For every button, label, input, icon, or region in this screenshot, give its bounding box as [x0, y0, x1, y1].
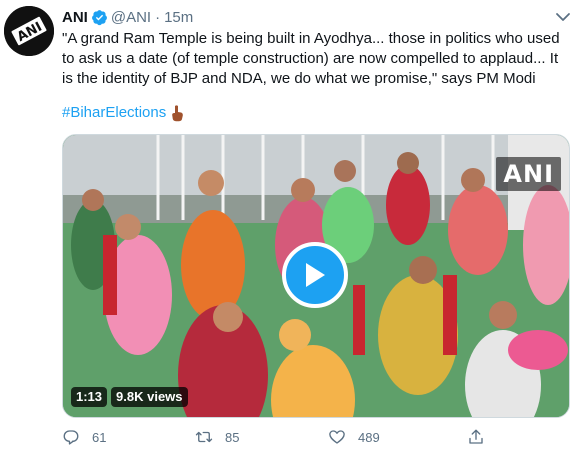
video-player[interactable]: ANI 1:13 9.8K views [62, 134, 570, 418]
tweet-text: "A grand Ram Temple is being built in Ay… [62, 30, 560, 87]
handle[interactable]: @ANI [111, 9, 151, 26]
play-icon [306, 263, 325, 287]
reply-icon [63, 430, 79, 445]
retweet-count: 85 [225, 429, 240, 445]
play-button[interactable] [282, 242, 348, 308]
hashtag-row: #BiharElections [62, 103, 184, 123]
action-bar: 61 85 489 [62, 428, 502, 448]
like-count: 489 [358, 429, 380, 445]
separator: · [155, 8, 161, 26]
video-overlay: 1:13 9.8K views [71, 387, 188, 407]
like-icon [329, 430, 345, 444]
video-watermark: ANI [496, 157, 561, 191]
verified-badge-icon [91, 9, 107, 25]
video-duration: 1:13 [71, 387, 108, 407]
share-icon [469, 429, 483, 444]
ani-logo: ANI [4, 6, 54, 56]
video-views: 9.8K views [111, 387, 188, 407]
caret-down-icon[interactable] [554, 9, 572, 25]
reply-button[interactable]: 61 [62, 428, 106, 446]
hashtag-link[interactable]: #BiharElections [62, 103, 166, 123]
retweet-icon [195, 431, 213, 443]
reply-count: 61 [92, 429, 107, 445]
avatar[interactable]: ANI [4, 6, 54, 56]
finger-pointing-icon [172, 105, 184, 122]
display-name[interactable]: ANI [62, 9, 88, 26]
retweet-button[interactable]: 85 [195, 428, 239, 446]
like-button[interactable]: 489 [328, 428, 380, 446]
tweet-header: ANI @ANI · 15m [62, 7, 193, 27]
timestamp[interactable]: 15m [164, 9, 193, 26]
share-button[interactable] [467, 428, 485, 446]
